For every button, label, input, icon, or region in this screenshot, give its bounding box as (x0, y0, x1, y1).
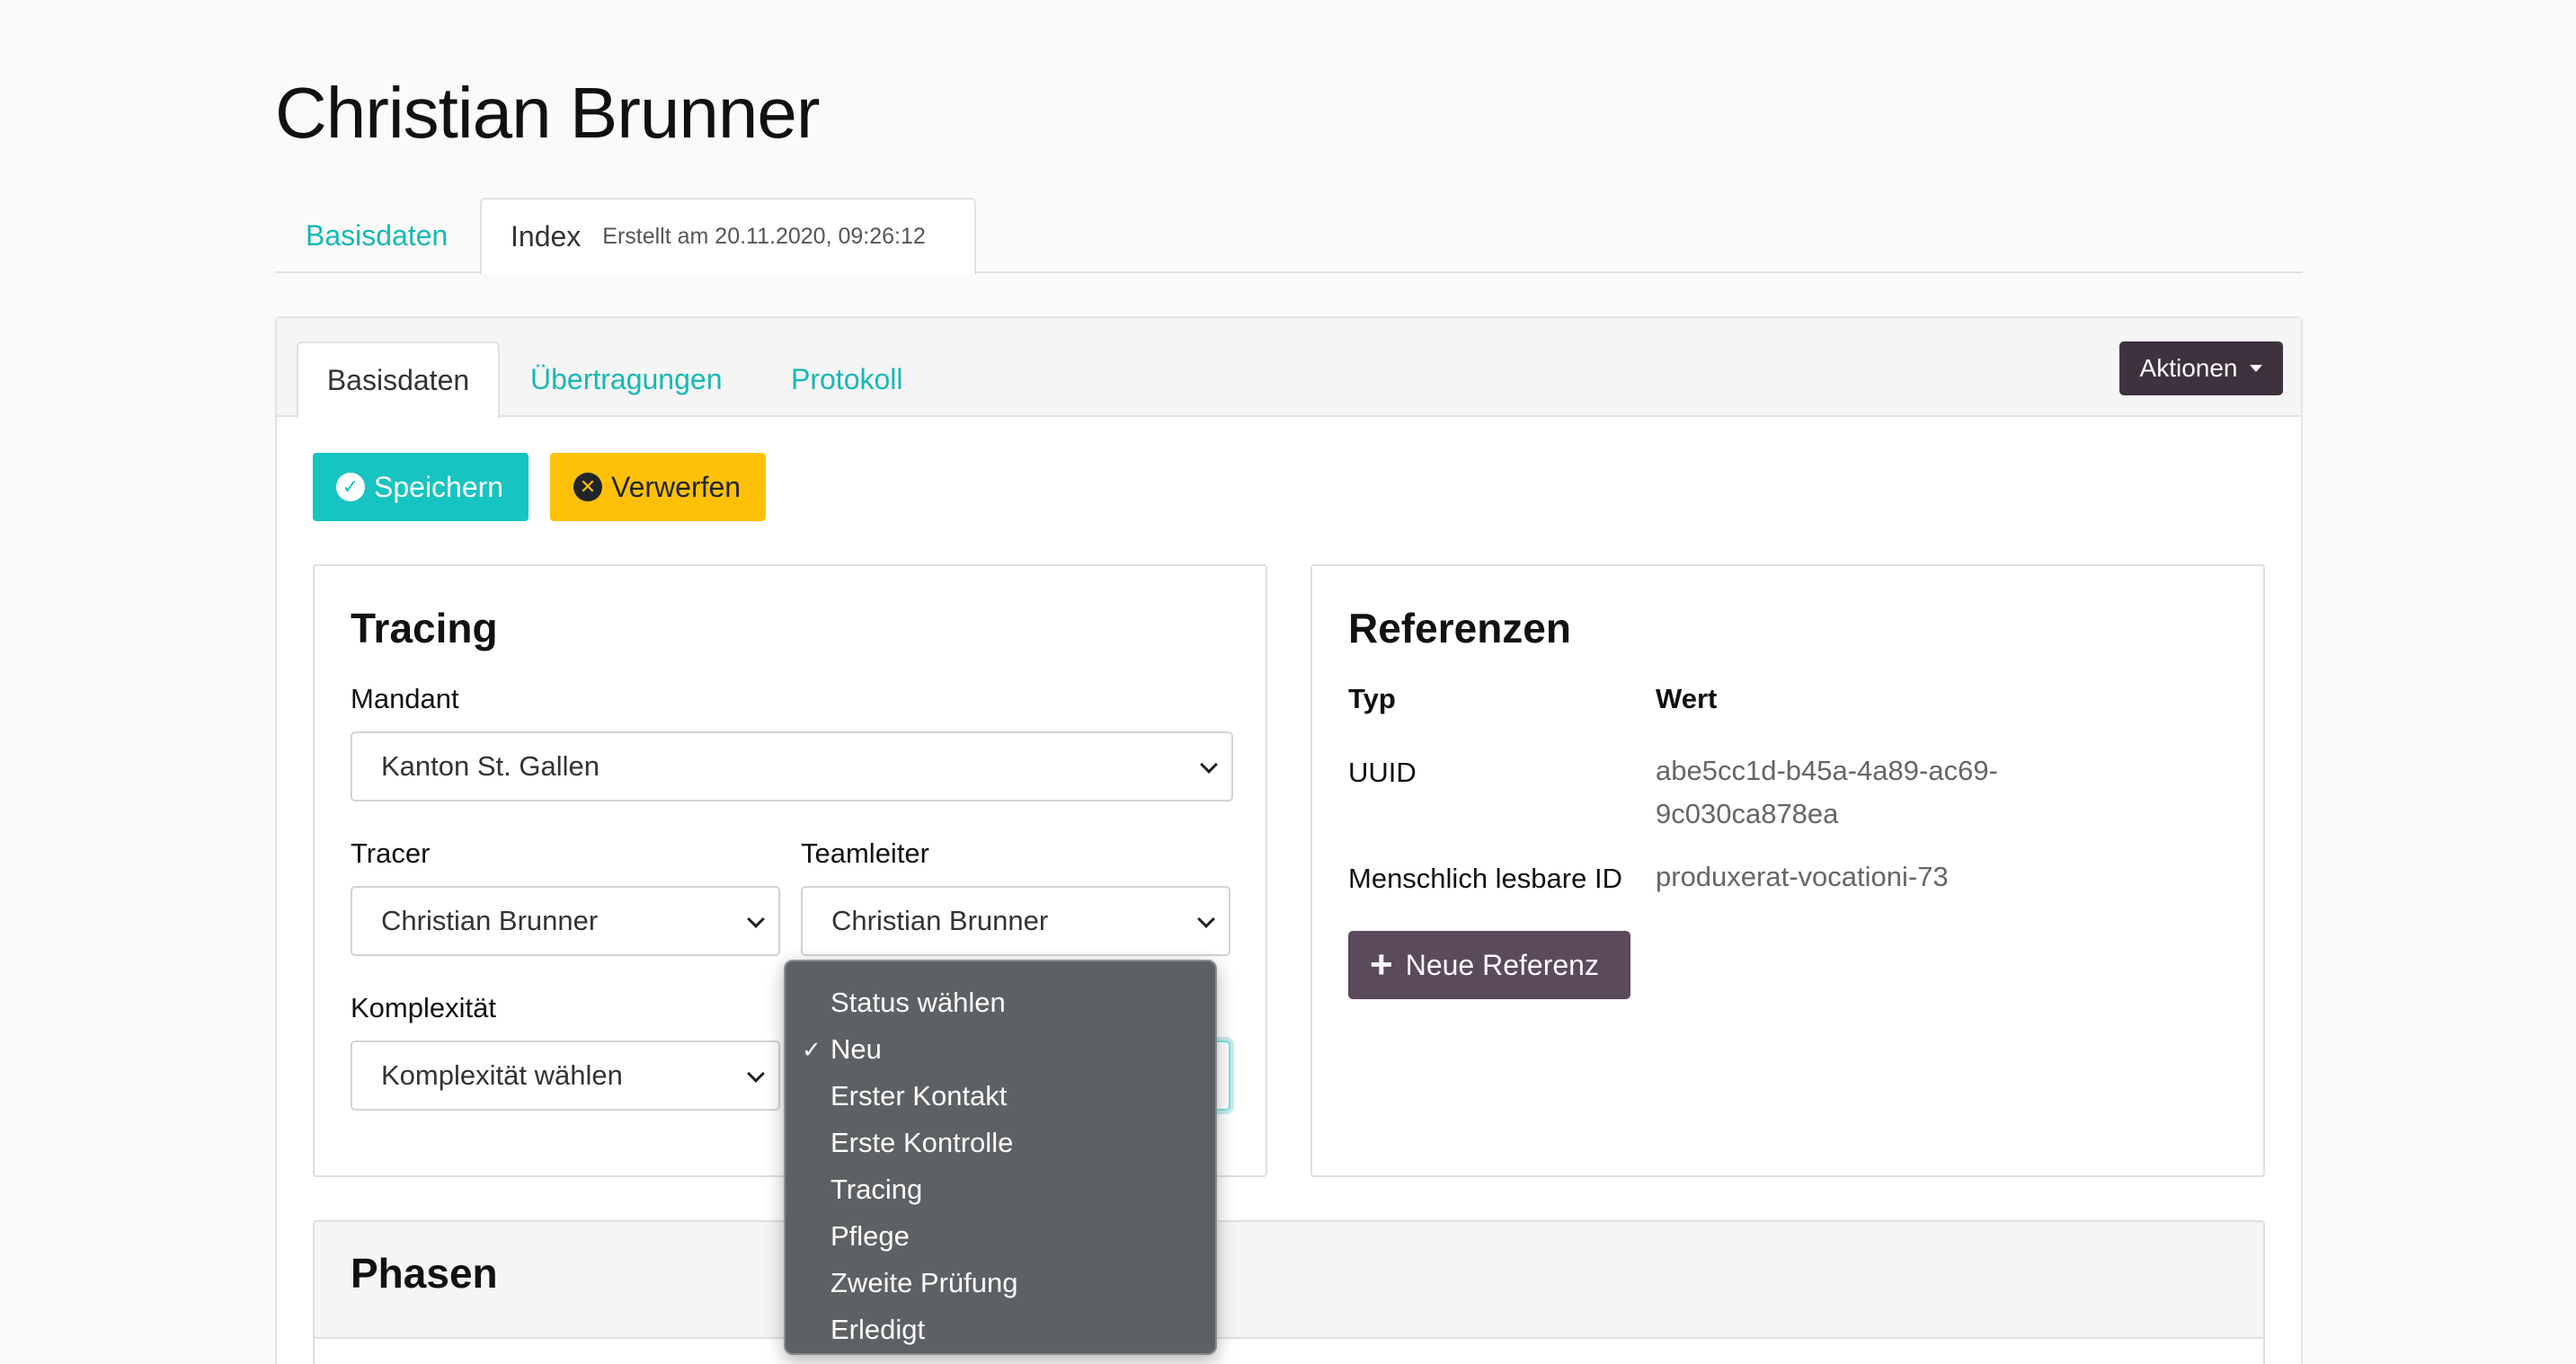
komplexitaet-select[interactable]: Komplexität wählen (351, 1041, 780, 1111)
chevron-down-icon (1197, 910, 1215, 928)
mandant-label: Mandant (351, 683, 459, 714)
option-label: Tracing (831, 1174, 923, 1205)
col-wert: Wert (1656, 683, 1718, 714)
status-dropdown-menu: Status wählen ✓ Neu Erster Kontakt Erste… (784, 960, 1217, 1355)
referenzen-panel: Referenzen Typ Wert UUID abe5cc1d-b45a-4… (1310, 564, 2265, 1177)
option-label: Erste Kontrolle (831, 1127, 1014, 1158)
mandant-select[interactable]: Kanton St. Gallen (351, 731, 1233, 802)
check-circle-icon: ✓ (336, 473, 365, 501)
ref-typ-human-id: Menschlich lesbare ID (1348, 863, 1622, 894)
tab-index-label: Index (511, 219, 582, 252)
tab-inner-basisdaten[interactable]: Basisdaten (297, 341, 500, 419)
teamleiter-label: Teamleiter (801, 837, 929, 869)
komplexitaet-label: Komplexität (351, 992, 496, 1023)
teamleiter-value: Christian Brunner (831, 905, 1049, 936)
tab-protokoll[interactable]: Protokoll (791, 341, 903, 417)
ref-typ-uuid: UUID (1348, 757, 1417, 788)
option-label: Erledigt (831, 1314, 926, 1345)
tab-index[interactable]: Index Erstellt am 20.11.2020, 09:26:12 (480, 198, 976, 275)
save-label: Speichern (374, 470, 504, 503)
ref-wert-uuid-line2: 9c030ca878ea (1656, 798, 1839, 829)
komplexitaet-value: Komplexität wählen (381, 1059, 623, 1091)
ref-wert-uuid: abe5cc1d-b45a-4a89-ac69- 9c030ca878ea (1656, 749, 1998, 836)
tab-index-created: Erstellt am 20.11.2020, 09:26:12 (602, 223, 926, 249)
col-typ: Typ (1348, 683, 1396, 714)
chevron-down-icon (1200, 756, 1218, 774)
top-tabs: Basisdaten Index Erstellt am 20.11.2020,… (275, 198, 2303, 275)
status-option[interactable]: Status wählen (786, 979, 1215, 1026)
phasen-panel: Phasen (313, 1220, 2265, 1364)
x-circle-icon: ✕ (573, 473, 602, 501)
referenzen-title: Referenzen (1348, 605, 1571, 651)
tracer-select[interactable]: Christian Brunner (351, 886, 780, 956)
new-reference-label: Neue Referenz (1405, 948, 1599, 981)
checkmark-icon: ✓ (802, 1035, 822, 1063)
main-card: Basisdaten Übertragungen Protokoll Aktio… (275, 316, 2303, 1364)
option-label: Erster Kontakt (831, 1080, 1008, 1112)
save-button[interactable]: ✓ Speichern (313, 453, 529, 521)
status-option[interactable]: Pflege (786, 1213, 1215, 1260)
status-option-selected[interactable]: ✓ Neu (786, 1026, 1215, 1073)
status-option[interactable]: Zweite Prüfung (786, 1260, 1215, 1306)
chevron-down-icon (747, 910, 765, 928)
ref-wert-uuid-line1: abe5cc1d-b45a-4a89-ac69- (1656, 755, 1998, 786)
option-label: Status wählen (831, 987, 1006, 1018)
card-header: Basisdaten Übertragungen Protokoll Aktio… (277, 318, 2301, 419)
plus-icon: + (1370, 943, 1393, 987)
new-reference-button[interactable]: + Neue Referenz (1348, 931, 1630, 999)
tracing-title: Tracing (351, 605, 498, 651)
mandant-value: Kanton St. Gallen (381, 750, 600, 782)
option-label: Neu (831, 1033, 882, 1065)
aktionen-button[interactable]: Aktionen (2119, 341, 2283, 395)
aktionen-label: Aktionen (2139, 354, 2238, 382)
status-option[interactable]: Erledigt (786, 1306, 1215, 1353)
tab-uebertragungen[interactable]: Übertragungen (530, 341, 722, 417)
status-option[interactable]: Erste Kontrolle (786, 1120, 1215, 1166)
chevron-down-icon (747, 1065, 765, 1083)
page-title: Christian Brunner (275, 73, 820, 153)
phasen-title: Phasen (351, 1250, 498, 1297)
tab-basisdaten[interactable]: Basisdaten (306, 198, 448, 273)
discard-button[interactable]: ✕ Verwerfen (550, 453, 766, 521)
ref-wert-human-id: produxerat-vocationi-73 (1656, 861, 1949, 892)
phasen-header: Phasen (315, 1222, 2263, 1339)
status-option[interactable]: Erster Kontakt (786, 1073, 1215, 1120)
tracer-value: Christian Brunner (381, 905, 599, 936)
teamleiter-select[interactable]: Christian Brunner (801, 886, 1230, 956)
caret-down-icon (2250, 365, 2263, 372)
option-label: Zweite Prüfung (831, 1267, 1018, 1298)
status-option[interactable]: Tracing (786, 1166, 1215, 1213)
option-label: Pflege (831, 1220, 910, 1252)
discard-label: Verwerfen (611, 470, 742, 503)
tracer-label: Tracer (351, 837, 431, 869)
